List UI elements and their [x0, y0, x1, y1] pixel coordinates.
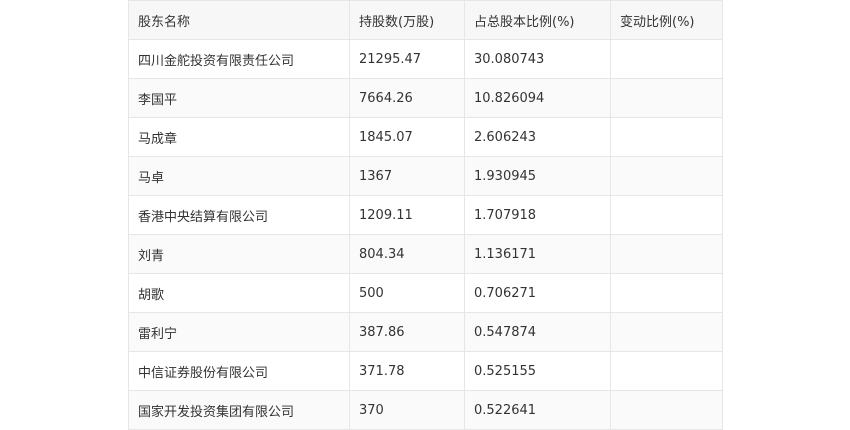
cell-shareholder-name: 刘青 — [128, 234, 350, 274]
cell-shares-held: 1845.07 — [349, 117, 465, 157]
cell-shareholder-name: 香港中央结算有限公司 — [128, 195, 350, 235]
cell-share-ratio: 0.522641 — [464, 390, 611, 430]
cell-shares-held: 370 — [349, 390, 465, 430]
cell-change-ratio — [610, 195, 723, 235]
cell-shares-held: 371.78 — [349, 351, 465, 391]
cell-share-ratio: 1.930945 — [464, 156, 611, 196]
cell-change-ratio — [610, 234, 723, 274]
cell-shareholder-name: 马成章 — [128, 117, 350, 157]
table-body: 四川金舵投资有限责任公司 21295.47 30.080743 李国平 7664… — [128, 39, 723, 430]
table-row: 香港中央结算有限公司 1209.11 1.707918 — [128, 195, 723, 235]
table-row: 李国平 7664.26 10.826094 — [128, 78, 723, 118]
cell-shareholder-name: 李国平 — [128, 78, 350, 118]
cell-share-ratio: 0.706271 — [464, 273, 611, 313]
cell-change-ratio — [610, 39, 723, 79]
shareholder-table: 股东名称 持股数(万股) 占总股本比例(%) 变动比例(%) 四川金舵投资有限责… — [128, 0, 723, 430]
cell-shareholder-name: 胡歌 — [128, 273, 350, 313]
cell-share-ratio: 1.136171 — [464, 234, 611, 274]
cell-shareholder-name: 中信证券股份有限公司 — [128, 351, 350, 391]
table-header: 股东名称 持股数(万股) 占总股本比例(%) 变动比例(%) — [128, 0, 723, 40]
cell-change-ratio — [610, 78, 723, 118]
cell-share-ratio: 30.080743 — [464, 39, 611, 79]
cell-shareholder-name: 马卓 — [128, 156, 350, 196]
table-row: 马卓 1367 1.930945 — [128, 156, 723, 196]
table-row: 马成章 1845.07 2.606243 — [128, 117, 723, 157]
table-row: 刘青 804.34 1.136171 — [128, 234, 723, 274]
cell-shareholder-name: 国家开发投资集团有限公司 — [128, 390, 350, 430]
cell-change-ratio — [610, 390, 723, 430]
cell-change-ratio — [610, 273, 723, 313]
cell-share-ratio: 1.707918 — [464, 195, 611, 235]
header-shares-held: 持股数(万股) — [349, 0, 465, 40]
table-row: 国家开发投资集团有限公司 370 0.522641 — [128, 390, 723, 430]
cell-shareholder-name: 雷利宁 — [128, 312, 350, 352]
shareholder-table-container: 股东名称 持股数(万股) 占总股本比例(%) 变动比例(%) 四川金舵投资有限责… — [128, 0, 723, 430]
table-row: 胡歌 500 0.706271 — [128, 273, 723, 313]
cell-change-ratio — [610, 351, 723, 391]
table-row: 雷利宁 387.86 0.547874 — [128, 312, 723, 352]
cell-shares-held: 1367 — [349, 156, 465, 196]
cell-shares-held: 500 — [349, 273, 465, 313]
cell-change-ratio — [610, 156, 723, 196]
cell-shares-held: 804.34 — [349, 234, 465, 274]
cell-shares-held: 21295.47 — [349, 39, 465, 79]
table-row: 四川金舵投资有限责任公司 21295.47 30.080743 — [128, 39, 723, 79]
cell-change-ratio — [610, 117, 723, 157]
header-change-ratio: 变动比例(%) — [610, 0, 723, 40]
cell-shareholder-name: 四川金舵投资有限责任公司 — [128, 39, 350, 79]
header-share-ratio: 占总股本比例(%) — [464, 0, 611, 40]
table-row: 中信证券股份有限公司 371.78 0.525155 — [128, 351, 723, 391]
cell-share-ratio: 2.606243 — [464, 117, 611, 157]
cell-shares-held: 7664.26 — [349, 78, 465, 118]
header-shareholder-name: 股东名称 — [128, 0, 350, 40]
cell-change-ratio — [610, 312, 723, 352]
header-row: 股东名称 持股数(万股) 占总股本比例(%) 变动比例(%) — [128, 0, 723, 40]
cell-shares-held: 1209.11 — [349, 195, 465, 235]
cell-share-ratio: 0.525155 — [464, 351, 611, 391]
cell-share-ratio: 10.826094 — [464, 78, 611, 118]
cell-shares-held: 387.86 — [349, 312, 465, 352]
cell-share-ratio: 0.547874 — [464, 312, 611, 352]
